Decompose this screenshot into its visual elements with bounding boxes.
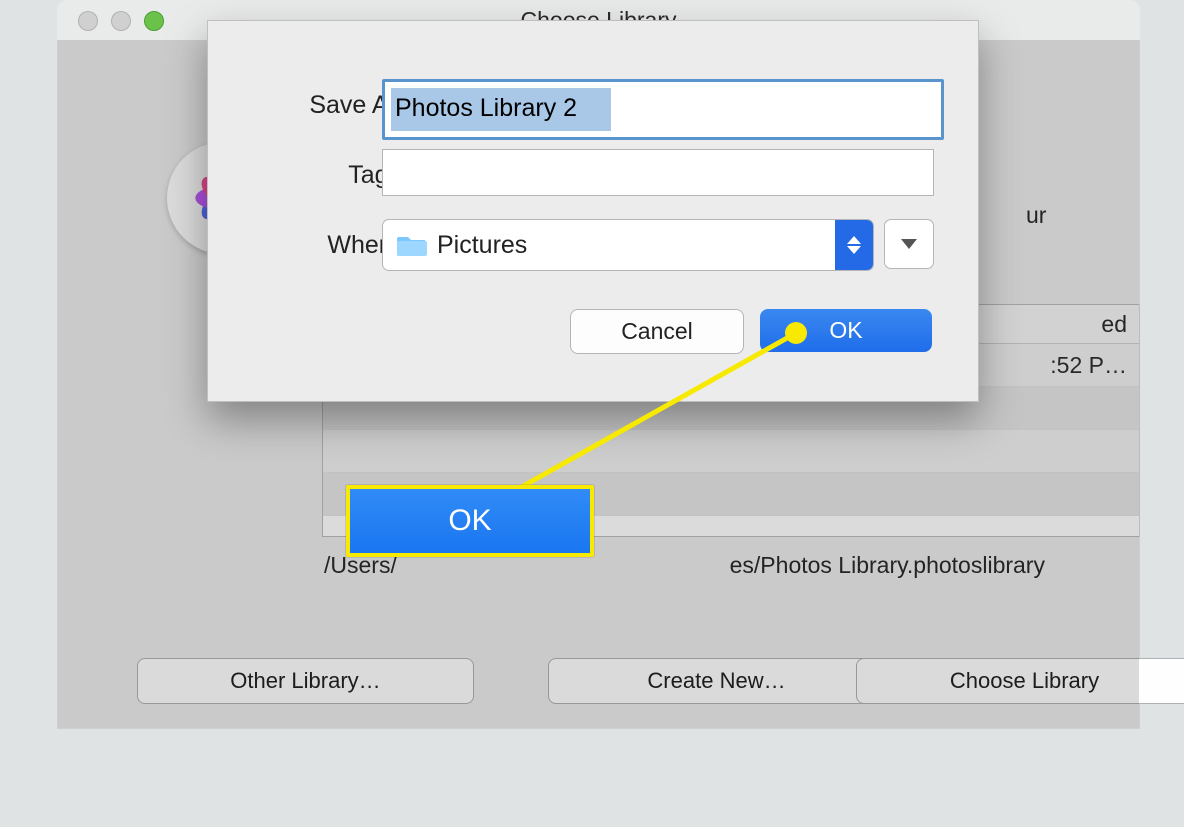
other-library-button[interactable]: Other Library… xyxy=(137,658,474,704)
callout-anchor-dot xyxy=(785,322,807,344)
callout-ok-highlight: OK xyxy=(346,485,594,557)
saveas-value-text: Photos Library 2 xyxy=(395,94,577,123)
table-cell-time: :52 P… xyxy=(1050,352,1127,379)
table-row[interactable] xyxy=(323,430,1139,473)
folder-icon xyxy=(397,233,427,257)
window-traffic-lights xyxy=(78,11,164,31)
chevron-down-icon xyxy=(901,239,917,249)
window-zoom-icon[interactable] xyxy=(144,11,164,31)
window-description-fragment: ur xyxy=(1026,202,1046,229)
cancel-button[interactable]: Cancel xyxy=(570,309,744,354)
where-select[interactable]: Pictures xyxy=(382,219,874,271)
save-sheet: Save As: Photos Library 2 Tags: Where: P… xyxy=(207,20,979,402)
expand-save-dialog-button[interactable] xyxy=(884,219,934,269)
create-new-button[interactable]: Create New… xyxy=(548,658,885,704)
window-minimize-icon[interactable] xyxy=(111,11,131,31)
tags-input[interactable] xyxy=(382,149,934,196)
table-header-modified: ed xyxy=(1101,311,1127,338)
saveas-input-wrapper[interactable]: Photos Library 2 xyxy=(382,79,944,140)
choose-library-button[interactable]: Choose Library xyxy=(856,658,1184,704)
window-close-icon[interactable] xyxy=(78,11,98,31)
where-stepper-icon[interactable] xyxy=(835,220,873,270)
path-suffix: es/Photos Library.photoslibrary xyxy=(730,552,1045,578)
where-value: Pictures xyxy=(437,231,835,260)
